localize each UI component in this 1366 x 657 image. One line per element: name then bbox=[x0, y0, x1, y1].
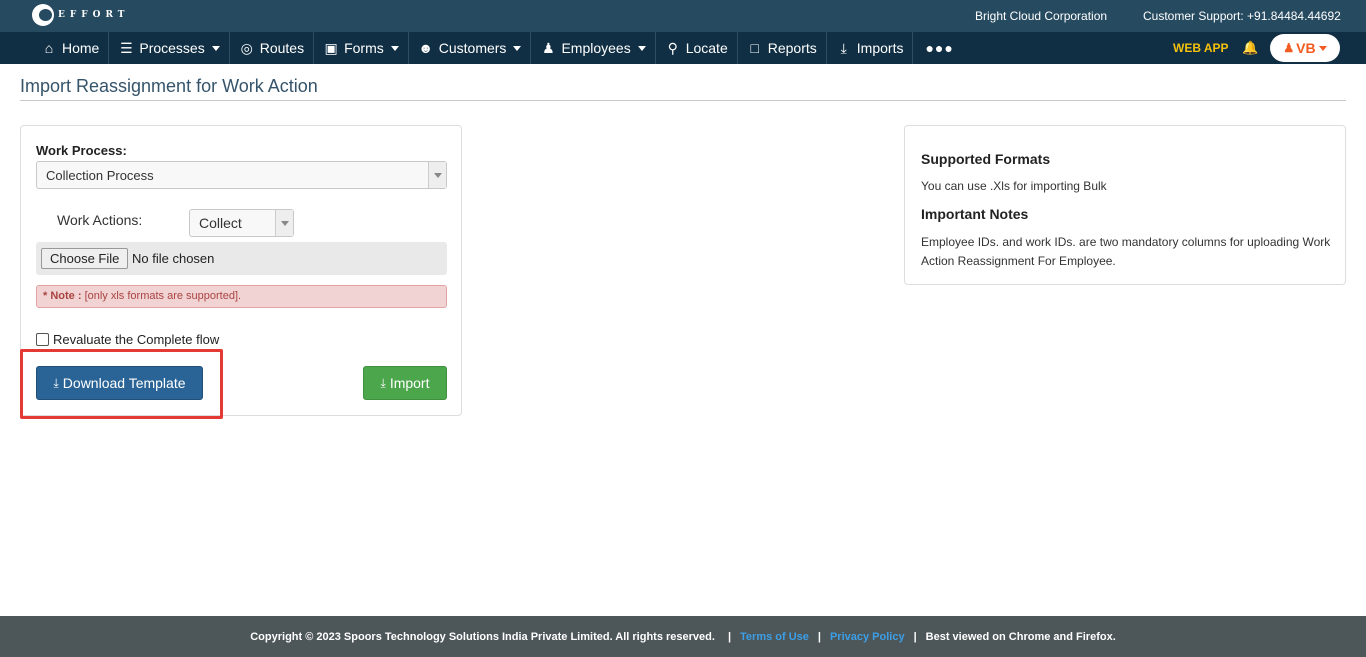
nav-forms[interactable]: ▣ Forms bbox=[314, 32, 409, 64]
bell-icon[interactable]: 🔔 bbox=[1242, 40, 1258, 56]
supported-formats-heading: Supported Formats bbox=[921, 151, 1051, 167]
user-initials: VB bbox=[1296, 40, 1316, 56]
nav-label: Home bbox=[62, 40, 100, 56]
nav-locate[interactable]: ⚲ Locate bbox=[656, 32, 738, 64]
import-label: Import bbox=[389, 375, 430, 391]
terms-of-use-link[interactable]: Terms of Use bbox=[740, 631, 809, 643]
work-process-value: Collection Process bbox=[46, 168, 154, 183]
revaluate-checkbox[interactable] bbox=[36, 333, 49, 346]
work-actions-select[interactable]: Collect bbox=[189, 209, 294, 237]
main-nav: ⌂ Home ☰ Processes ◎ Routes ▣ Forms ☻ Cu… bbox=[0, 32, 1366, 64]
revaluate-checkbox-row[interactable]: Revaluate the Complete flow bbox=[36, 332, 219, 347]
top-bar: EFFORT Bright Cloud Corporation Customer… bbox=[0, 0, 1366, 32]
important-notes-heading: Important Notes bbox=[921, 206, 1029, 222]
import-button[interactable]: ⤓ Import bbox=[363, 366, 447, 400]
nav-label: Employees bbox=[561, 40, 631, 56]
target-icon: ◎ bbox=[240, 39, 253, 56]
import-form-panel: Work Process: Collection Process Work Ac… bbox=[20, 125, 462, 416]
effort-logo[interactable]: EFFORT bbox=[32, 4, 130, 26]
chevron-down-icon bbox=[1318, 45, 1327, 51]
web-app-link[interactable]: WEB APP bbox=[1173, 41, 1229, 55]
file-input-row: Choose File No file chosen bbox=[36, 242, 447, 275]
nav-label: Customers bbox=[438, 40, 507, 56]
user-menu-button[interactable]: ♟ VB bbox=[1270, 34, 1340, 62]
nav-processes[interactable]: ☰ Processes bbox=[109, 32, 230, 64]
format-note: * Note : [only xls formats are supported… bbox=[36, 285, 447, 308]
chevron-down-icon bbox=[211, 45, 220, 51]
note-text: [only xls formats are supported]. bbox=[84, 290, 242, 302]
download-label: Download Template bbox=[62, 375, 186, 391]
best-viewed-text: Best viewed on Chrome and Firefox. bbox=[925, 630, 1116, 643]
nav-customers[interactable]: ☻ Customers bbox=[409, 32, 532, 64]
file-status: No file chosen bbox=[132, 251, 215, 266]
document-icon: ▣ bbox=[324, 39, 338, 56]
revaluate-label: Revaluate the Complete flow bbox=[53, 332, 220, 347]
footer-separator: | bbox=[727, 630, 732, 643]
customer-support: Customer Support: +91.84484.44692 bbox=[1143, 9, 1341, 23]
chevron-down-icon bbox=[637, 45, 646, 51]
user-icon: ♟ bbox=[542, 39, 555, 56]
nav-more-button[interactable]: ●●● bbox=[913, 32, 965, 64]
footer-separator: | bbox=[913, 630, 917, 643]
users-icon: ☻ bbox=[418, 40, 434, 56]
footer-separator: | bbox=[817, 630, 821, 643]
nav-label: Forms bbox=[344, 40, 384, 56]
home-icon: ⌂ bbox=[44, 40, 54, 56]
map-pin-icon: ⚲ bbox=[667, 39, 678, 56]
nav-imports[interactable]: ⤓ Imports bbox=[827, 32, 914, 64]
copyright-text: Copyright © 2023 Spoors Technology Solut… bbox=[250, 630, 715, 643]
download-icon: ⤓ bbox=[380, 375, 386, 390]
organization-name: Bright Cloud Corporation bbox=[975, 9, 1108, 23]
nav-reports[interactable]: □ Reports bbox=[738, 32, 827, 64]
choose-file-button[interactable]: Choose File bbox=[41, 248, 129, 269]
footer: Copyright © 2023 Spoors Technology Solut… bbox=[0, 616, 1366, 657]
download-icon: ⤓ bbox=[840, 39, 847, 56]
nav-label: Processes bbox=[139, 40, 205, 56]
work-process-label: Work Process: bbox=[36, 143, 127, 158]
effort-logo-icon bbox=[32, 4, 54, 26]
work-actions-value: Collect bbox=[199, 215, 242, 231]
nav-label: Reports bbox=[767, 40, 817, 56]
chevron-down-icon bbox=[513, 45, 522, 51]
privacy-policy-link[interactable]: Privacy Policy bbox=[830, 631, 905, 643]
chevron-down-icon bbox=[428, 162, 446, 188]
logo-text: EFFORT bbox=[58, 10, 130, 20]
page-title: Import Reassignment for Work Action bbox=[20, 76, 318, 96]
list-icon: ☰ bbox=[120, 39, 133, 56]
work-actions-label: Work Actions: bbox=[57, 212, 143, 228]
nav-routes[interactable]: ◎ Routes bbox=[230, 32, 315, 64]
chevron-down-icon bbox=[275, 210, 293, 236]
info-panel: Supported Formats You can use .Xls for i… bbox=[904, 125, 1346, 285]
nav-label: Routes bbox=[259, 40, 305, 56]
nav-home[interactable]: ⌂ Home bbox=[32, 32, 110, 64]
chevron-down-icon bbox=[390, 45, 399, 51]
note-label: * Note : bbox=[43, 290, 82, 302]
report-icon: □ bbox=[750, 40, 759, 56]
nav-label: Locate bbox=[685, 40, 728, 56]
title-divider bbox=[20, 100, 1346, 101]
nav-label: Imports bbox=[856, 40, 904, 56]
user-icon: ♟ bbox=[1283, 41, 1295, 55]
download-template-button[interactable]: ⤓ Download Template bbox=[36, 366, 203, 400]
nav-employees[interactable]: ♟ Employees bbox=[531, 32, 656, 64]
download-icon: ⤓ bbox=[53, 375, 59, 390]
work-process-select[interactable]: Collection Process bbox=[36, 161, 447, 189]
supported-formats-text: You can use .Xls for importing Bulk bbox=[921, 179, 1107, 193]
important-notes-text: Employee IDs. and work IDs. are two mand… bbox=[921, 235, 1331, 268]
